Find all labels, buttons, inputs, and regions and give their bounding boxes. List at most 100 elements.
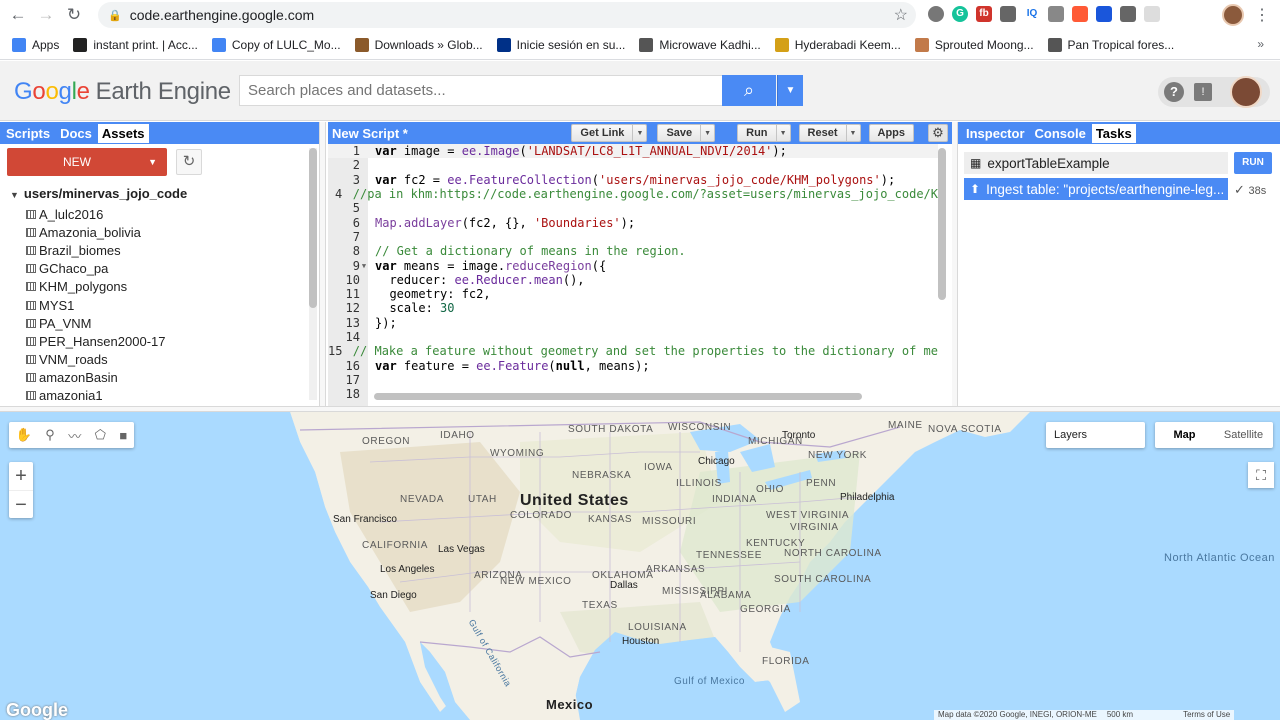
- search-icon[interactable]: ⌕: [722, 75, 776, 106]
- asset-item[interactable]: PER_Hansen2000-17: [10, 332, 187, 350]
- splitter-left[interactable]: [320, 122, 326, 406]
- bookmarks-overflow-icon[interactable]: »: [1257, 37, 1264, 51]
- dropdown-icon[interactable]: ▼: [632, 125, 646, 141]
- help-icon[interactable]: ?: [1164, 82, 1184, 102]
- run-task-button[interactable]: RUN: [1234, 152, 1272, 174]
- polyline-icon[interactable]: 〰: [68, 426, 81, 445]
- asset-item[interactable]: PA_VNM: [10, 314, 187, 332]
- bookmark-item[interactable]: Hyderabadi Keem...: [774, 37, 901, 52]
- extension-icon[interactable]: G: [952, 6, 968, 22]
- run-button[interactable]: Run ▼: [737, 124, 791, 142]
- extension-icon[interactable]: [1096, 6, 1112, 22]
- apps-button[interactable]: Apps: [868, 124, 914, 142]
- asset-item[interactable]: Amazonia_bolivia: [10, 223, 187, 241]
- code-line[interactable]: 9 ▼ var means = image.reduceRegion({: [328, 258, 938, 273]
- map-view[interactable]: OREGON IDAHO WYOMING SOUTH DAKOTA NEBRASKA NE…: [0, 412, 1280, 720]
- code-line[interactable]: 10 reducer: ee.Reducer.mean(),: [328, 273, 938, 287]
- map-type-satellite[interactable]: Satellite: [1214, 422, 1273, 448]
- kebab-menu-icon[interactable]: ⋮: [1254, 5, 1270, 25]
- tab-scripts[interactable]: Scripts: [2, 124, 54, 143]
- bookmark-star-icon[interactable]: ☆: [894, 5, 908, 25]
- code-line[interactable]: 7: [328, 230, 938, 244]
- code-line[interactable]: 2: [328, 158, 938, 172]
- map-type-map[interactable]: Map: [1155, 422, 1214, 448]
- bookmark-item[interactable]: instant print. | Acc...: [73, 37, 198, 52]
- zoom-out-button[interactable]: −: [9, 490, 33, 518]
- asset-item[interactable]: amazonBasin: [10, 369, 187, 387]
- forward-icon[interactable]: →: [32, 5, 60, 25]
- new-button[interactable]: NEW ▼: [7, 148, 167, 176]
- layers-button[interactable]: Layers: [1046, 422, 1145, 448]
- refresh-button[interactable]: ↻: [176, 149, 202, 175]
- extension-icon[interactable]: [1144, 6, 1160, 22]
- hand-pan-icon[interactable]: ✋: [16, 427, 32, 443]
- asset-root-folder[interactable]: ▼ users/minervas_jojo_code: [10, 186, 187, 201]
- extension-icon[interactable]: [1072, 6, 1088, 22]
- code-line[interactable]: 14: [328, 330, 938, 344]
- extension-icon[interactable]: [1120, 6, 1136, 22]
- save-button[interactable]: Save ▼: [657, 124, 716, 142]
- account-avatar[interactable]: [1230, 76, 1262, 108]
- left-scrollbar[interactable]: [309, 148, 317, 400]
- dropdown-icon[interactable]: ▼: [700, 125, 714, 141]
- code-line[interactable]: 12 scale: 30: [328, 301, 938, 315]
- extension-icon[interactable]: [1048, 6, 1064, 22]
- get-link-button[interactable]: Get Link ▼: [571, 124, 648, 142]
- bookmark-item[interactable]: Pan Tropical fores...: [1047, 37, 1174, 52]
- asset-item[interactable]: amazonia1: [10, 387, 187, 405]
- code-line[interactable]: 4 //pa in khm:https://code.earthengine.go…: [328, 187, 938, 201]
- editor-horizontal-scrollbar[interactable]: [374, 393, 862, 400]
- code-editor[interactable]: 1 var image = ee.Image('LANDSAT/LC8_L1T_A…: [328, 144, 950, 406]
- task-export-table[interactable]: ▦ exportTableExample: [964, 152, 1228, 174]
- bookmark-item[interactable]: Microwave Kadhi...: [639, 37, 761, 52]
- fullscreen-icon[interactable]: ⛶: [1248, 462, 1274, 488]
- address-bar[interactable]: 🔒 code.earthengine.google.com ☆: [98, 2, 916, 28]
- extension-icon[interactable]: fb: [976, 6, 992, 22]
- reload-icon[interactable]: ↻: [60, 5, 88, 25]
- task-ingest-table[interactable]: ⬆ Ingest table: "projects/earthengine-leg…: [964, 178, 1228, 200]
- bookmark-item[interactable]: Apps: [12, 37, 59, 52]
- code-line[interactable]: 13});: [328, 316, 938, 330]
- asset-item[interactable]: GChaco_pa: [10, 260, 187, 278]
- tab-docs[interactable]: Docs: [56, 124, 96, 143]
- tab-tasks[interactable]: Tasks: [1091, 123, 1136, 143]
- tab-console[interactable]: Console: [1031, 124, 1090, 143]
- bookmark-item[interactable]: Downloads » Glob...: [354, 37, 483, 52]
- code-line[interactable]: 6 Map.addLayer(fc2, {}, 'Boundaries');: [328, 216, 938, 230]
- polygon-icon[interactable]: ⬠: [95, 427, 106, 443]
- zoom-in-button[interactable]: +: [9, 462, 33, 490]
- reset-button[interactable]: Reset ▼: [798, 124, 861, 142]
- code-line[interactable]: 5: [328, 201, 938, 215]
- extension-icon[interactable]: [928, 6, 944, 22]
- asset-item[interactable]: A_lulc2016: [10, 205, 187, 223]
- terms-link[interactable]: Terms of Use: [1183, 710, 1230, 720]
- back-icon[interactable]: ←: [4, 5, 32, 25]
- code-line[interactable]: 1 var image = ee.Image('LANDSAT/LC8_L1T_A…: [328, 144, 938, 159]
- gear-icon[interactable]: ⚙: [928, 124, 948, 142]
- code-line[interactable]: 16 var feature = ee.Feature(null, means);: [328, 359, 938, 373]
- extension-icon[interactable]: IQ: [1024, 6, 1040, 22]
- asset-item[interactable]: KHM_polygons: [10, 278, 187, 296]
- tab-inspector[interactable]: Inspector: [962, 124, 1029, 143]
- fold-arrow-icon[interactable]: ▼: [360, 262, 368, 270]
- search-dropdown-button[interactable]: ▼: [777, 75, 803, 106]
- dropdown-icon[interactable]: ▼: [775, 125, 790, 141]
- tab-assets[interactable]: Assets: [97, 123, 149, 143]
- asset-item[interactable]: MYS1: [10, 296, 187, 314]
- code-line[interactable]: 11 geometry: fc2,: [328, 287, 938, 301]
- point-marker-icon[interactable]: ⚲: [45, 427, 55, 443]
- asset-item[interactable]: Brazil_biomes: [10, 241, 187, 259]
- bookmark-item[interactable]: Sprouted Moong...: [914, 37, 1034, 52]
- code-line[interactable]: 3 var fc2 = ee.FeatureCollection('users/m…: [328, 173, 938, 187]
- editor-vertical-scrollbar[interactable]: [938, 148, 946, 300]
- code-line[interactable]: 8 // Get a dictionary of means in the reg…: [328, 244, 938, 258]
- code-line[interactable]: 15 // Make a feature without geometry and…: [328, 344, 938, 358]
- scrollbar-thumb[interactable]: [309, 148, 317, 308]
- bookmark-item[interactable]: Copy of LULC_Mo...: [211, 37, 341, 52]
- code-line[interactable]: 17: [328, 373, 938, 387]
- search-input[interactable]: Search places and datasets...: [239, 75, 723, 106]
- asset-item[interactable]: VNM_roads: [10, 351, 187, 369]
- extension-icon[interactable]: [1000, 6, 1016, 22]
- dropdown-icon[interactable]: ▼: [845, 125, 860, 141]
- rectangle-icon[interactable]: ■: [119, 428, 127, 443]
